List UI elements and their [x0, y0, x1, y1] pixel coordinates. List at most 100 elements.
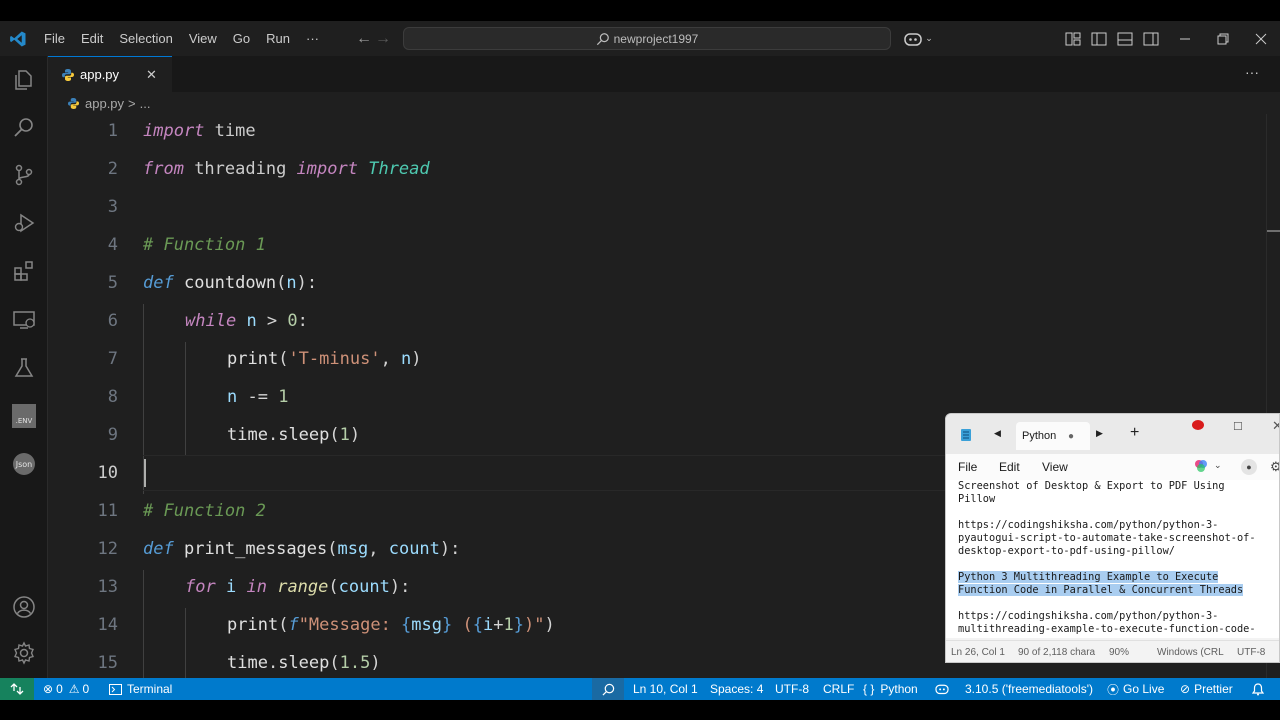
line-number: 8 [107, 387, 118, 407]
dotenv-icon[interactable]: .ENV [9, 401, 39, 431]
menu-selection[interactable]: Selection [111, 28, 180, 50]
cursor-position[interactable]: Ln 10, Col 1 [633, 678, 698, 700]
code-line: 7 print('T-minus', n) [48, 340, 1268, 378]
menu-edit[interactable]: Edit [73, 28, 111, 50]
explorer-icon[interactable] [9, 65, 39, 95]
prettier-label: Prettier [1194, 682, 1233, 696]
json-icon[interactable]: Json [9, 449, 39, 479]
line-code: time.sleep(1) [227, 425, 361, 445]
line-number: 13 [97, 577, 118, 597]
line-number: 4 [107, 235, 118, 255]
notepad-zoom[interactable]: 90% [1109, 647, 1129, 658]
scrollbar-cursor-marker [1267, 230, 1280, 232]
breadcrumb-python-icon [68, 97, 79, 109]
new-tab-icon[interactable]: + [1130, 424, 1139, 442]
notepad-menu-view[interactable]: View [1042, 460, 1068, 474]
menu-go[interactable]: Go [225, 28, 258, 50]
accounts-icon[interactable] [9, 592, 39, 622]
customize-layout-icon[interactable] [1062, 21, 1084, 56]
notepad-tab-left-icon[interactable]: ◀ [994, 428, 1001, 439]
line-code: from threading import Thread [143, 159, 430, 179]
line-number: 5 [107, 273, 118, 293]
tab-app-py[interactable]: app.py ✕ [48, 56, 172, 92]
language-mode[interactable]: { } Python [863, 678, 918, 700]
python-file-icon [62, 68, 74, 81]
notepad-paragraph: Screenshot of Desktop & Export to PDF Us… [958, 480, 1225, 505]
notepad-tab[interactable]: Python ● [1016, 422, 1090, 450]
code-line: 6 while n > 0: [48, 302, 1268, 340]
line-code: n -= 1 [227, 387, 289, 407]
line-number: 11 [97, 501, 118, 521]
menu-run[interactable]: Run [258, 28, 298, 50]
terminal-icon [109, 683, 122, 695]
extensions-icon[interactable] [9, 256, 39, 286]
nav-forward-icon[interactable]: → [375, 30, 391, 48]
copilot-status-icon[interactable] [934, 678, 950, 700]
copilot-dropdown-icon[interactable]: ⌄ [1214, 460, 1222, 471]
command-center-label: newproject1997 [613, 31, 699, 46]
title-bar: File Edit Selection View Go Run ··· ← → … [0, 21, 1280, 56]
zoom-icon[interactable] [592, 678, 624, 700]
python-interpreter[interactable]: 3.10.5 ('freemediatools') [965, 678, 1093, 700]
line-code: print(f"Message: {msg} ({i+1})") [227, 615, 555, 635]
menu-file[interactable]: File [36, 28, 73, 50]
search-sidebar-icon[interactable] [9, 112, 39, 142]
settings-gear-icon[interactable] [9, 638, 39, 668]
close-window-icon[interactable] [1246, 21, 1276, 56]
end-of-line[interactable]: CRLF [823, 678, 854, 700]
testing-icon[interactable] [9, 353, 39, 383]
breadcrumb-file[interactable]: app.py [85, 96, 124, 111]
notepad-eol: Windows (CRL [1157, 647, 1224, 658]
notepad-paragraph: https://codingshiksha.com/python/python-… [958, 610, 1256, 635]
editor-more-actions-icon[interactable]: ··· [1245, 64, 1259, 80]
command-center-search[interactable]: newproject1997 [403, 27, 891, 50]
restore-icon[interactable] [1208, 21, 1238, 56]
toggle-primary-sidebar-icon[interactable] [1088, 21, 1110, 56]
terminal-button[interactable]: Terminal [109, 678, 172, 700]
tab-label: app.py [80, 67, 120, 82]
notepad-window[interactable]: ◀ Python ● ▶ + ☐ ✕ File Edit View ⌄ ● ⚙ … [945, 413, 1280, 663]
breadcrumb-more[interactable]: ... [140, 96, 151, 111]
notepad-encoding: UTF-8 [1237, 647, 1266, 658]
file-encoding[interactable]: UTF-8 [775, 678, 809, 700]
tab-close-icon[interactable]: ✕ [146, 67, 157, 83]
account-icon[interactable]: ● [1241, 459, 1257, 475]
notepad-maximize-icon[interactable]: ☐ [1233, 420, 1243, 433]
toggle-panel-icon[interactable] [1114, 21, 1136, 56]
notepad-status-bar: Ln 26, Col 1 90 of 2,118 chara 90% Windo… [946, 640, 1279, 662]
go-live-label: Go Live [1123, 682, 1165, 696]
notepad-menu-edit[interactable]: Edit [999, 460, 1020, 474]
broadcast-icon: ⦿ [1107, 682, 1120, 697]
notepad-close-icon[interactable]: ✕ [1272, 418, 1279, 434]
menu-view[interactable]: View [181, 28, 225, 50]
line-number: 6 [107, 311, 118, 331]
notification-badge-icon [1191, 418, 1205, 436]
language-label: Python [880, 682, 918, 696]
go-live-button[interactable]: ⦿ Go Live [1107, 678, 1164, 700]
toggle-secondary-sidebar-icon[interactable] [1140, 21, 1162, 56]
copilot-icon[interactable]: ⌄ [900, 21, 936, 56]
indentation[interactable]: Spaces: 4 [710, 678, 763, 700]
notifications-bell-icon[interactable] [1252, 678, 1264, 700]
status-bar: ⊗ 0 ⚠ 0 Terminal Ln 10, Col 1 Spaces: 4 … [0, 678, 1280, 700]
remote-indicator-icon[interactable] [0, 678, 34, 700]
notepad-menu-bar: File Edit View ⌄ ● ⚙ [946, 454, 1279, 480]
vscode-logo-icon[interactable] [0, 30, 36, 48]
prettier-button[interactable]: ⊘ Prettier [1180, 678, 1233, 700]
menu-more-button[interactable]: ··· [298, 28, 327, 50]
notepad-settings-icon[interactable]: ⚙ [1270, 459, 1279, 475]
line-number: 3 [107, 197, 118, 217]
nav-back-icon[interactable]: ← [356, 30, 372, 48]
remote-explorer-icon[interactable] [9, 305, 39, 335]
run-debug-icon[interactable] [9, 208, 39, 238]
source-control-icon[interactable] [9, 160, 39, 190]
notepad-text-area[interactable]: Screenshot of Desktop & Export to PDF Us… [946, 480, 1279, 638]
line-number: 12 [97, 539, 118, 559]
minimize-icon[interactable] [1170, 21, 1200, 56]
notepad-tab-right-icon[interactable]: ▶ [1096, 428, 1103, 439]
line-number: 9 [107, 425, 118, 445]
problems-indicator[interactable]: ⊗ 0 ⚠ 0 [43, 678, 89, 700]
copilot-color-icon[interactable] [1194, 459, 1208, 476]
notepad-menu-file[interactable]: File [958, 460, 977, 474]
notepad-tab-strip: ◀ Python ● ▶ + ☐ ✕ [946, 414, 1279, 454]
